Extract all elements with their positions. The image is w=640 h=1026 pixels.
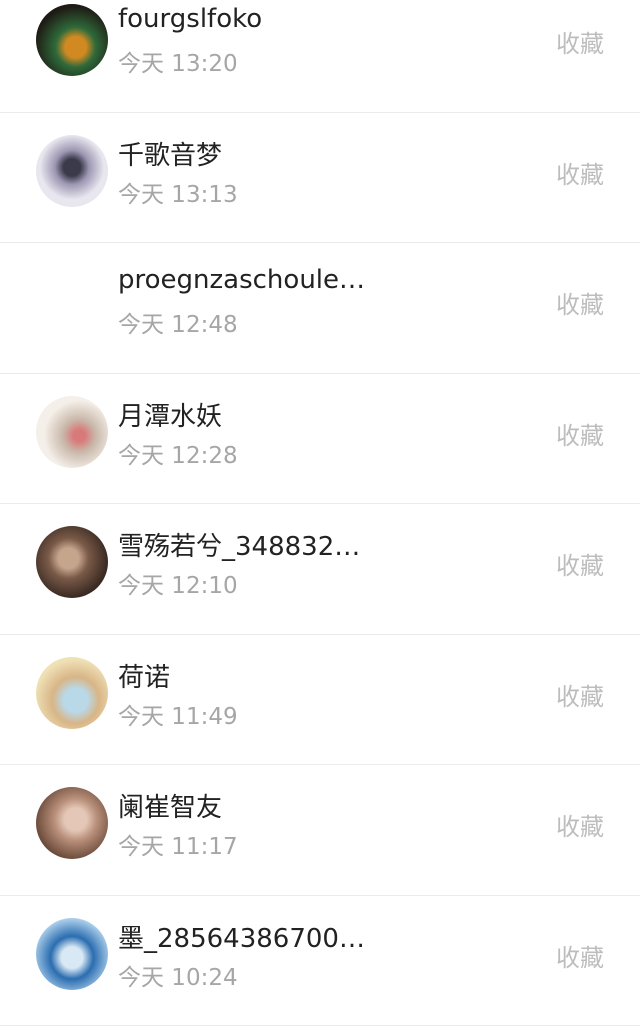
avatar[interactable]	[36, 4, 108, 76]
contact-name: 荷诺	[118, 657, 170, 694]
favorite-button[interactable]: 收藏	[556, 938, 604, 973]
favorite-button[interactable]: 收藏	[556, 155, 604, 190]
avatar[interactable]	[36, 787, 108, 859]
contact-name: 千歌音梦	[118, 135, 222, 172]
message-time: 今天 12:28	[118, 436, 238, 470]
message-list: fourgslfoko 今天 13:20 收藏 千歌音梦 今天 13:13 收藏…	[0, 0, 640, 1026]
list-item[interactable]: 墨_28564386700… 今天 10:24 收藏	[0, 896, 640, 1026]
favorite-button[interactable]: 收藏	[556, 546, 604, 581]
list-item[interactable]: 阑崔智友 今天 11:17 收藏	[0, 765, 640, 896]
avatar[interactable]	[36, 918, 108, 990]
favorite-button[interactable]: 收藏	[556, 24, 604, 59]
contact-name: 阑崔智友	[118, 787, 222, 824]
list-item[interactable]: 雪殇若兮_348832… 今天 12:10 收藏	[0, 504, 640, 635]
message-time: 今天 13:13	[118, 175, 238, 209]
message-time: 今天 11:17	[118, 827, 238, 861]
avatar[interactable]	[36, 135, 108, 207]
favorite-button[interactable]: 收藏	[556, 285, 604, 320]
avatar[interactable]	[36, 657, 108, 729]
message-time: 今天 10:24	[118, 958, 238, 992]
list-item[interactable]: proegnzaschoule… 今天 12:48 收藏	[0, 243, 640, 374]
list-item[interactable]: fourgslfoko 今天 13:20 收藏	[0, 0, 640, 113]
avatar[interactable]	[36, 526, 108, 598]
contact-name: 雪殇若兮_348832…	[118, 526, 360, 563]
avatar[interactable]	[36, 265, 108, 337]
list-item[interactable]: 千歌音梦 今天 13:13 收藏	[0, 113, 640, 244]
favorite-button[interactable]: 收藏	[556, 677, 604, 712]
contact-name: proegnzaschoule…	[118, 265, 365, 295]
message-time: 今天 12:10	[118, 566, 238, 600]
contact-name: 月潭水妖	[118, 396, 222, 433]
favorite-button[interactable]: 收藏	[556, 416, 604, 451]
favorite-button[interactable]: 收藏	[556, 807, 604, 842]
message-time: 今天 11:49	[118, 697, 238, 731]
list-item[interactable]: 月潭水妖 今天 12:28 收藏	[0, 374, 640, 505]
contact-name: fourgslfoko	[118, 4, 262, 34]
avatar[interactable]	[36, 396, 108, 468]
message-time: 今天 13:20	[118, 44, 238, 78]
contact-name: 墨_28564386700…	[118, 918, 365, 955]
message-time: 今天 12:48	[118, 305, 238, 339]
list-item[interactable]: 荷诺 今天 11:49 收藏	[0, 635, 640, 766]
